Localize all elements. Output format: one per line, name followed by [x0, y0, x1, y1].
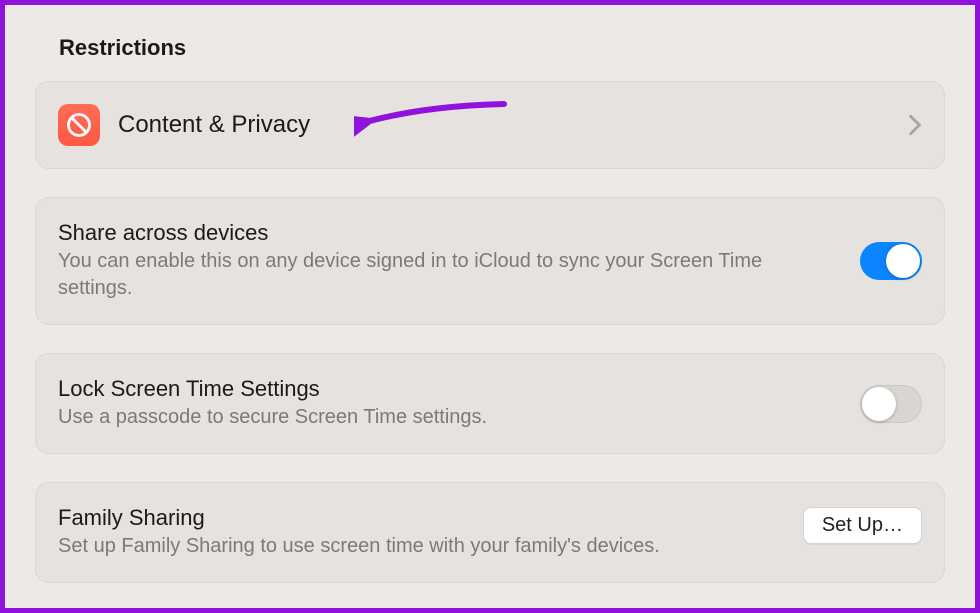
row-lock-settings: Lock Screen Time Settings Use a passcode…	[36, 354, 944, 453]
restrictions-icon	[58, 104, 100, 146]
panel-family-sharing: Family Sharing Set up Family Sharing to …	[35, 482, 945, 583]
setup-button[interactable]: Set Up…	[803, 507, 922, 544]
family-sharing-title: Family Sharing	[58, 505, 783, 531]
chevron-right-icon	[908, 114, 922, 136]
lock-settings-text: Lock Screen Time Settings Use a passcode…	[58, 376, 840, 431]
lock-settings-toggle[interactable]	[860, 385, 922, 423]
row-family-sharing: Family Sharing Set up Family Sharing to …	[36, 483, 944, 582]
panel-content-privacy: Content & Privacy	[35, 81, 945, 169]
section-header-restrictions: Restrictions	[35, 35, 945, 61]
share-devices-toggle[interactable]	[860, 242, 922, 280]
panel-share-devices: Share across devices You can enable this…	[35, 197, 945, 325]
family-sharing-desc: Set up Family Sharing to use screen time…	[58, 533, 783, 560]
content-privacy-label: Content & Privacy	[118, 111, 896, 139]
row-content-privacy[interactable]: Content & Privacy	[36, 82, 944, 168]
panel-lock-settings: Lock Screen Time Settings Use a passcode…	[35, 353, 945, 454]
share-devices-desc: You can enable this on any device signed…	[58, 248, 840, 302]
row-share-devices: Share across devices You can enable this…	[36, 198, 944, 324]
share-devices-text: Share across devices You can enable this…	[58, 220, 840, 302]
lock-settings-desc: Use a passcode to secure Screen Time set…	[58, 404, 840, 431]
lock-settings-title: Lock Screen Time Settings	[58, 376, 840, 402]
family-sharing-text: Family Sharing Set up Family Sharing to …	[58, 505, 783, 560]
share-devices-title: Share across devices	[58, 220, 840, 246]
